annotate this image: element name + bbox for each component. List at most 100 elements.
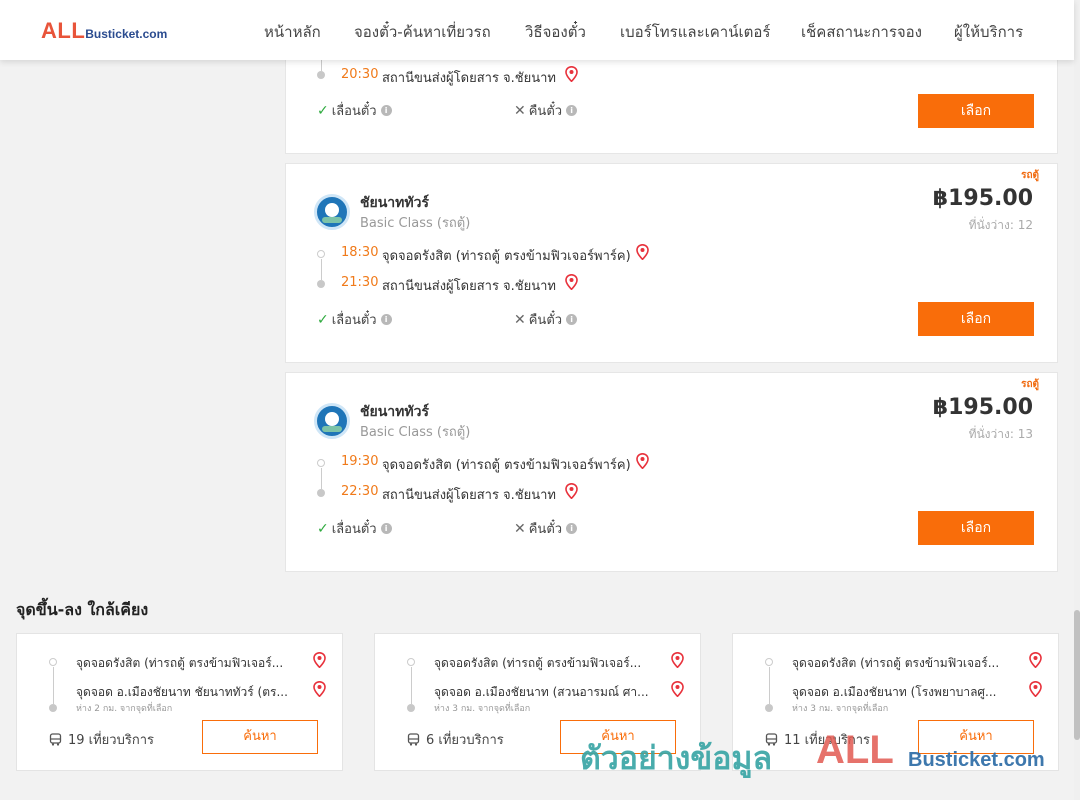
bus-class: Basic Class (รถตู้) [360, 425, 471, 440]
select-trip-button[interactable]: เลือก [918, 94, 1034, 128]
nav-booking-status[interactable]: เช็คสถานะการจอง [801, 20, 922, 44]
nearby-from: จุดจอดรังสิต (ท่ารถตู้ ตรงข้ามฟิวเจอร์..… [792, 656, 1000, 670]
reschedule-label: เลื่อนตั๋ว [331, 313, 377, 328]
departure-dot [317, 459, 325, 467]
seats-available: ที่นั่งว่าง: 13 [968, 427, 1033, 441]
vehicle-badge: รถตู้ [1021, 170, 1039, 181]
bus-icon [49, 733, 62, 746]
info-icon[interactable]: i [566, 314, 578, 325]
departure-time: 19:30 [341, 454, 379, 469]
cross-icon: ✕ [514, 311, 526, 328]
arrival-place: สถานีขนส่งผู้โดยสาร จ.ชัยนาท [382, 279, 557, 294]
departure-dot [765, 658, 773, 666]
refund-policy: ✕ คืนตั๋ว i [514, 518, 578, 539]
info-icon[interactable]: i [380, 105, 392, 116]
map-pin-icon[interactable] [636, 244, 649, 260]
nearby-from: จุดจอดรังสิต (ท่ารถตู้ ตรงข้ามฟิวเจอร์..… [76, 656, 284, 670]
nearby-to: จุดจอด อ.เมืองชัยนาท (สวนอารมณ์ ศา... [434, 685, 649, 699]
reschedule-policy: ✓ เลื่อนตั๋ว i [317, 518, 392, 539]
arrival-time: 21:30 [341, 275, 379, 290]
reschedule-policy: ✓ เลื่อนตั๋ว i [317, 100, 392, 121]
nearby-to: จุดจอด อ.เมืองชัยนาท (โรงพยาบาลศู... [792, 685, 997, 699]
departure-place: จุดจอดรังสิต (ท่ารถตู้ ตรงข้ามฟิวเจอร์พา… [382, 458, 631, 473]
map-pin-icon[interactable] [313, 681, 326, 697]
trip-count-label: 6 เที่ยวบริการ [426, 733, 504, 748]
check-icon: ✓ [317, 102, 329, 119]
map-pin-icon[interactable] [1029, 652, 1042, 668]
select-trip-button[interactable]: เลือก [918, 302, 1034, 336]
info-icon[interactable]: i [566, 523, 578, 534]
logo-rest-text: Busticket.com [85, 27, 168, 41]
nav-home[interactable]: หน้าหลัก [264, 20, 321, 44]
departure-time: 18:30 [341, 245, 379, 260]
refund-label: คืนตั๋ว [528, 522, 563, 537]
trip-count: 19 เที่ยวบริการ [49, 729, 154, 750]
reschedule-label: เลื่อนตั๋ว [331, 522, 377, 537]
departure-dot [407, 658, 415, 666]
nav-how-to-book[interactable]: วิธีจองตั๋ว [525, 20, 586, 44]
bus-class: Basic Class (รถตู้) [360, 216, 471, 231]
scrollbar-thumb[interactable] [1074, 610, 1080, 740]
departure-dot [317, 250, 325, 258]
logo-all-text: ALL [41, 18, 86, 43]
check-icon: ✓ [317, 311, 329, 328]
nearby-to: จุดจอด อ.เมืองชัยนาท ชัยนาททัวร์ (ตร... [76, 685, 288, 699]
trip-count: 6 เที่ยวบริการ [407, 729, 504, 750]
map-pin-icon[interactable] [671, 652, 684, 668]
nav-book-search[interactable]: จองตั๋ว-ค้นหาเที่ยวรถ [354, 20, 491, 44]
nearby-distance: ห่าง 2 กม. จากจุดที่เลือก [76, 704, 173, 714]
trip-card: รถตู้ ชัยนาททัวร์ Basic Class (รถตู้) ฿1… [285, 372, 1058, 572]
watermark-logo-rest: Busticket.com [908, 749, 1045, 771]
route-line [411, 667, 412, 704]
watermark-sample-text: ตัวอย่างข้อมูล [580, 739, 773, 777]
arrival-dot [317, 71, 325, 79]
refund-label: คืนตั๋ว [528, 104, 563, 119]
info-icon[interactable]: i [566, 105, 578, 116]
nav-phone-counter[interactable]: เบอร์โทรและเคาน์เตอร์ [620, 20, 770, 44]
arrival-dot [317, 280, 325, 288]
departure-place: จุดจอดรังสิต (ท่ารถตู้ ตรงข้ามฟิวเจอร์พา… [382, 249, 631, 264]
map-pin-icon[interactable] [636, 453, 649, 469]
map-pin-icon[interactable] [1029, 681, 1042, 697]
operator-name: ชัยนาททัวร์ [360, 195, 429, 211]
select-trip-button[interactable]: เลือก [918, 511, 1034, 545]
check-icon: ✓ [317, 520, 329, 537]
reschedule-policy: ✓ เลื่อนตั๋ว i [317, 309, 392, 330]
nearby-card: จุดจอดรังสิต (ท่ารถตู้ ตรงข้ามฟิวเจอร์..… [16, 633, 343, 771]
arrival-place: สถานีขนส่งผู้โดยสาร จ.ชัยนาท [382, 488, 557, 503]
departure-dot [49, 658, 57, 666]
arrival-time: 20:30 [341, 67, 379, 82]
arrival-place: สถานีขนส่งผู้โดยสาร จ.ชัยนาท [382, 71, 557, 86]
arrival-dot [317, 489, 325, 497]
cross-icon: ✕ [514, 520, 526, 537]
arrival-dot [765, 704, 773, 712]
ticket-price: ฿195.00 [932, 395, 1033, 420]
operator-name: ชัยนาททัวร์ [360, 404, 429, 420]
bus-icon [407, 733, 420, 746]
route-line [321, 468, 322, 489]
map-pin-icon[interactable] [565, 483, 578, 499]
info-icon[interactable]: i [380, 314, 392, 325]
operator-logo [314, 194, 350, 230]
map-pin-icon[interactable] [565, 66, 578, 82]
search-button[interactable]: ค้นหา [202, 720, 318, 754]
vehicle-badge: รถตู้ [1021, 379, 1039, 390]
route-line [321, 259, 322, 280]
arrival-time: 22:30 [341, 484, 379, 499]
site-header: ALL Busticket.com หน้าหลัก จองตั๋ว-ค้นหา… [0, 0, 1074, 60]
map-pin-icon[interactable] [671, 681, 684, 697]
route-line [53, 667, 54, 704]
operator-logo [314, 403, 350, 439]
map-pin-icon[interactable] [313, 652, 326, 668]
arrival-dot [49, 704, 57, 712]
nearby-distance: ห่าง 3 กม. จากจุดที่เลือก [434, 704, 531, 714]
nav-operators[interactable]: ผู้ให้บริการ [954, 20, 1023, 44]
nearby-from: จุดจอดรังสิต (ท่ารถตู้ ตรงข้ามฟิวเจอร์..… [434, 656, 642, 670]
site-logo[interactable]: ALL Busticket.com [41, 18, 167, 44]
cross-icon: ✕ [514, 102, 526, 119]
trip-card: รถตู้ ชัยนาททัวร์ Basic Class (รถตู้) ฿1… [285, 163, 1058, 363]
reschedule-label: เลื่อนตั๋ว [331, 104, 377, 119]
ticket-price: ฿195.00 [932, 186, 1033, 211]
map-pin-icon[interactable] [565, 274, 578, 290]
info-icon[interactable]: i [380, 523, 392, 534]
